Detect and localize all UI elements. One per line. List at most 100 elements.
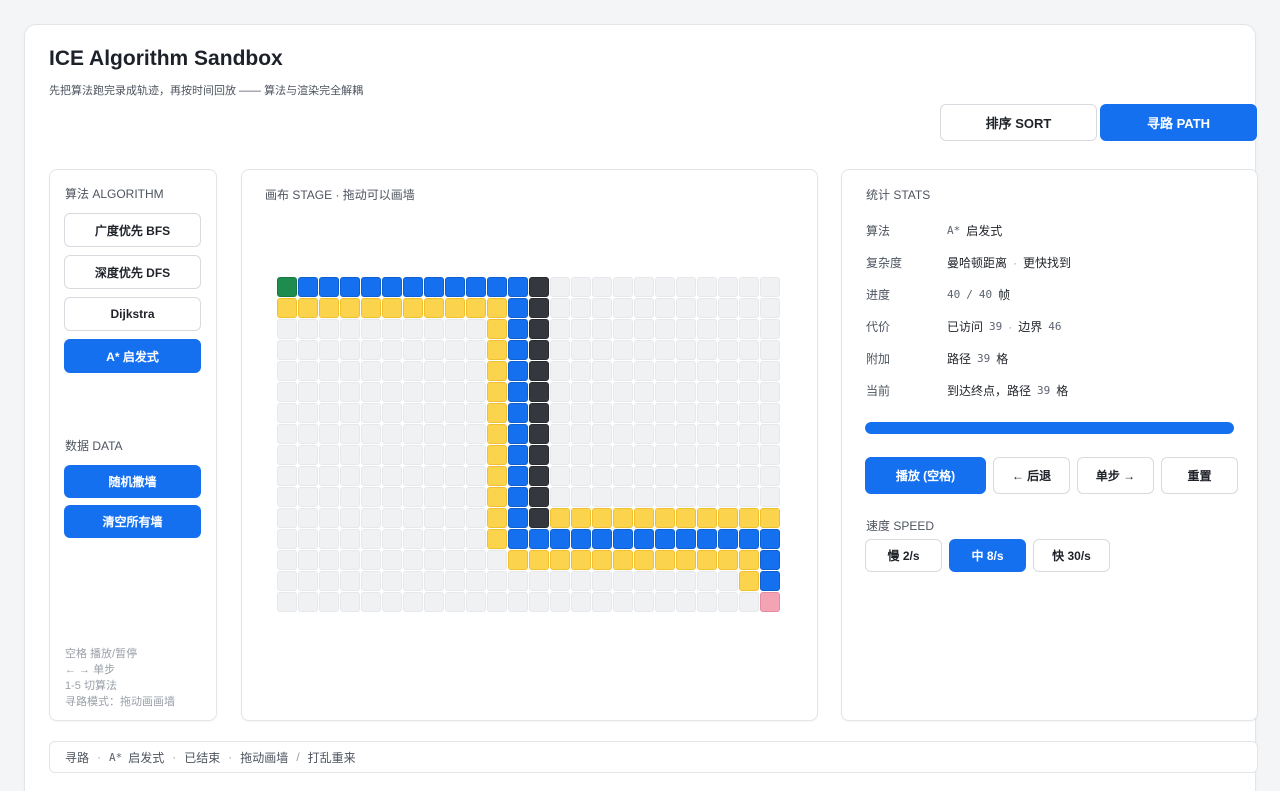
- empty-cell[interactable]: [382, 361, 402, 381]
- empty-cell[interactable]: [550, 340, 570, 360]
- empty-cell[interactable]: [718, 298, 738, 318]
- empty-cell[interactable]: [298, 550, 318, 570]
- empty-cell[interactable]: [550, 361, 570, 381]
- empty-cell[interactable]: [319, 340, 339, 360]
- visited-cell[interactable]: [613, 550, 633, 570]
- visited-cell[interactable]: [634, 550, 654, 570]
- empty-cell[interactable]: [655, 298, 675, 318]
- empty-cell[interactable]: [634, 571, 654, 591]
- step-button[interactable]: 单步 →: [1077, 457, 1154, 494]
- empty-cell[interactable]: [718, 382, 738, 402]
- empty-cell[interactable]: [592, 466, 612, 486]
- empty-cell[interactable]: [382, 403, 402, 423]
- empty-cell[interactable]: [571, 403, 591, 423]
- empty-cell[interactable]: [739, 403, 759, 423]
- empty-cell[interactable]: [634, 487, 654, 507]
- empty-cell[interactable]: [655, 487, 675, 507]
- visited-cell[interactable]: [508, 550, 528, 570]
- empty-cell[interactable]: [466, 529, 486, 549]
- empty-cell[interactable]: [382, 319, 402, 339]
- visited-cell[interactable]: [676, 508, 696, 528]
- empty-cell[interactable]: [634, 403, 654, 423]
- empty-cell[interactable]: [676, 445, 696, 465]
- empty-cell[interactable]: [550, 424, 570, 444]
- empty-cell[interactable]: [340, 319, 360, 339]
- visited-cell[interactable]: [487, 403, 507, 423]
- path-cell[interactable]: [739, 529, 759, 549]
- empty-cell[interactable]: [739, 592, 759, 612]
- empty-cell[interactable]: [277, 571, 297, 591]
- empty-cell[interactable]: [298, 403, 318, 423]
- empty-cell[interactable]: [445, 592, 465, 612]
- empty-cell[interactable]: [508, 571, 528, 591]
- empty-cell[interactable]: [697, 487, 717, 507]
- empty-cell[interactable]: [319, 361, 339, 381]
- path-cell[interactable]: [697, 529, 717, 549]
- empty-cell[interactable]: [445, 571, 465, 591]
- empty-cell[interactable]: [592, 340, 612, 360]
- empty-cell[interactable]: [424, 571, 444, 591]
- empty-cell[interactable]: [739, 298, 759, 318]
- path-cell[interactable]: [445, 277, 465, 297]
- algo-dijkstra-button[interactable]: Dijkstra: [64, 297, 201, 331]
- wall-cell[interactable]: [529, 382, 549, 402]
- empty-cell[interactable]: [319, 571, 339, 591]
- empty-cell[interactable]: [676, 382, 696, 402]
- visited-cell[interactable]: [571, 508, 591, 528]
- empty-cell[interactable]: [592, 277, 612, 297]
- empty-cell[interactable]: [571, 319, 591, 339]
- empty-cell[interactable]: [739, 277, 759, 297]
- empty-cell[interactable]: [613, 298, 633, 318]
- visited-cell[interactable]: [487, 298, 507, 318]
- visited-cell[interactable]: [487, 487, 507, 507]
- empty-cell[interactable]: [718, 571, 738, 591]
- empty-cell[interactable]: [760, 298, 780, 318]
- empty-cell[interactable]: [466, 466, 486, 486]
- empty-cell[interactable]: [298, 361, 318, 381]
- empty-cell[interactable]: [655, 361, 675, 381]
- empty-cell[interactable]: [697, 277, 717, 297]
- path-cell[interactable]: [361, 277, 381, 297]
- empty-cell[interactable]: [319, 487, 339, 507]
- empty-cell[interactable]: [319, 382, 339, 402]
- empty-cell[interactable]: [298, 340, 318, 360]
- visited-cell[interactable]: [487, 340, 507, 360]
- empty-cell[interactable]: [466, 508, 486, 528]
- path-cell[interactable]: [340, 277, 360, 297]
- empty-cell[interactable]: [550, 487, 570, 507]
- empty-cell[interactable]: [298, 487, 318, 507]
- empty-cell[interactable]: [634, 319, 654, 339]
- empty-cell[interactable]: [298, 319, 318, 339]
- wall-cell[interactable]: [529, 466, 549, 486]
- visited-cell[interactable]: [340, 298, 360, 318]
- start-cell[interactable]: [277, 277, 297, 297]
- empty-cell[interactable]: [382, 529, 402, 549]
- empty-cell[interactable]: [466, 445, 486, 465]
- empty-cell[interactable]: [571, 487, 591, 507]
- empty-cell[interactable]: [487, 571, 507, 591]
- empty-cell[interactable]: [718, 340, 738, 360]
- empty-cell[interactable]: [760, 466, 780, 486]
- empty-cell[interactable]: [655, 403, 675, 423]
- empty-cell[interactable]: [676, 277, 696, 297]
- empty-cell[interactable]: [277, 487, 297, 507]
- empty-cell[interactable]: [319, 403, 339, 423]
- empty-cell[interactable]: [613, 382, 633, 402]
- empty-cell[interactable]: [760, 361, 780, 381]
- empty-cell[interactable]: [697, 319, 717, 339]
- empty-cell[interactable]: [718, 466, 738, 486]
- visited-cell[interactable]: [718, 508, 738, 528]
- empty-cell[interactable]: [571, 382, 591, 402]
- empty-cell[interactable]: [361, 361, 381, 381]
- path-cell[interactable]: [508, 382, 528, 402]
- empty-cell[interactable]: [613, 571, 633, 591]
- empty-cell[interactable]: [298, 592, 318, 612]
- empty-cell[interactable]: [466, 361, 486, 381]
- path-cell[interactable]: [760, 571, 780, 591]
- empty-cell[interactable]: [403, 403, 423, 423]
- empty-cell[interactable]: [445, 382, 465, 402]
- path-cell[interactable]: [676, 529, 696, 549]
- empty-cell[interactable]: [277, 592, 297, 612]
- empty-cell[interactable]: [445, 403, 465, 423]
- empty-cell[interactable]: [592, 361, 612, 381]
